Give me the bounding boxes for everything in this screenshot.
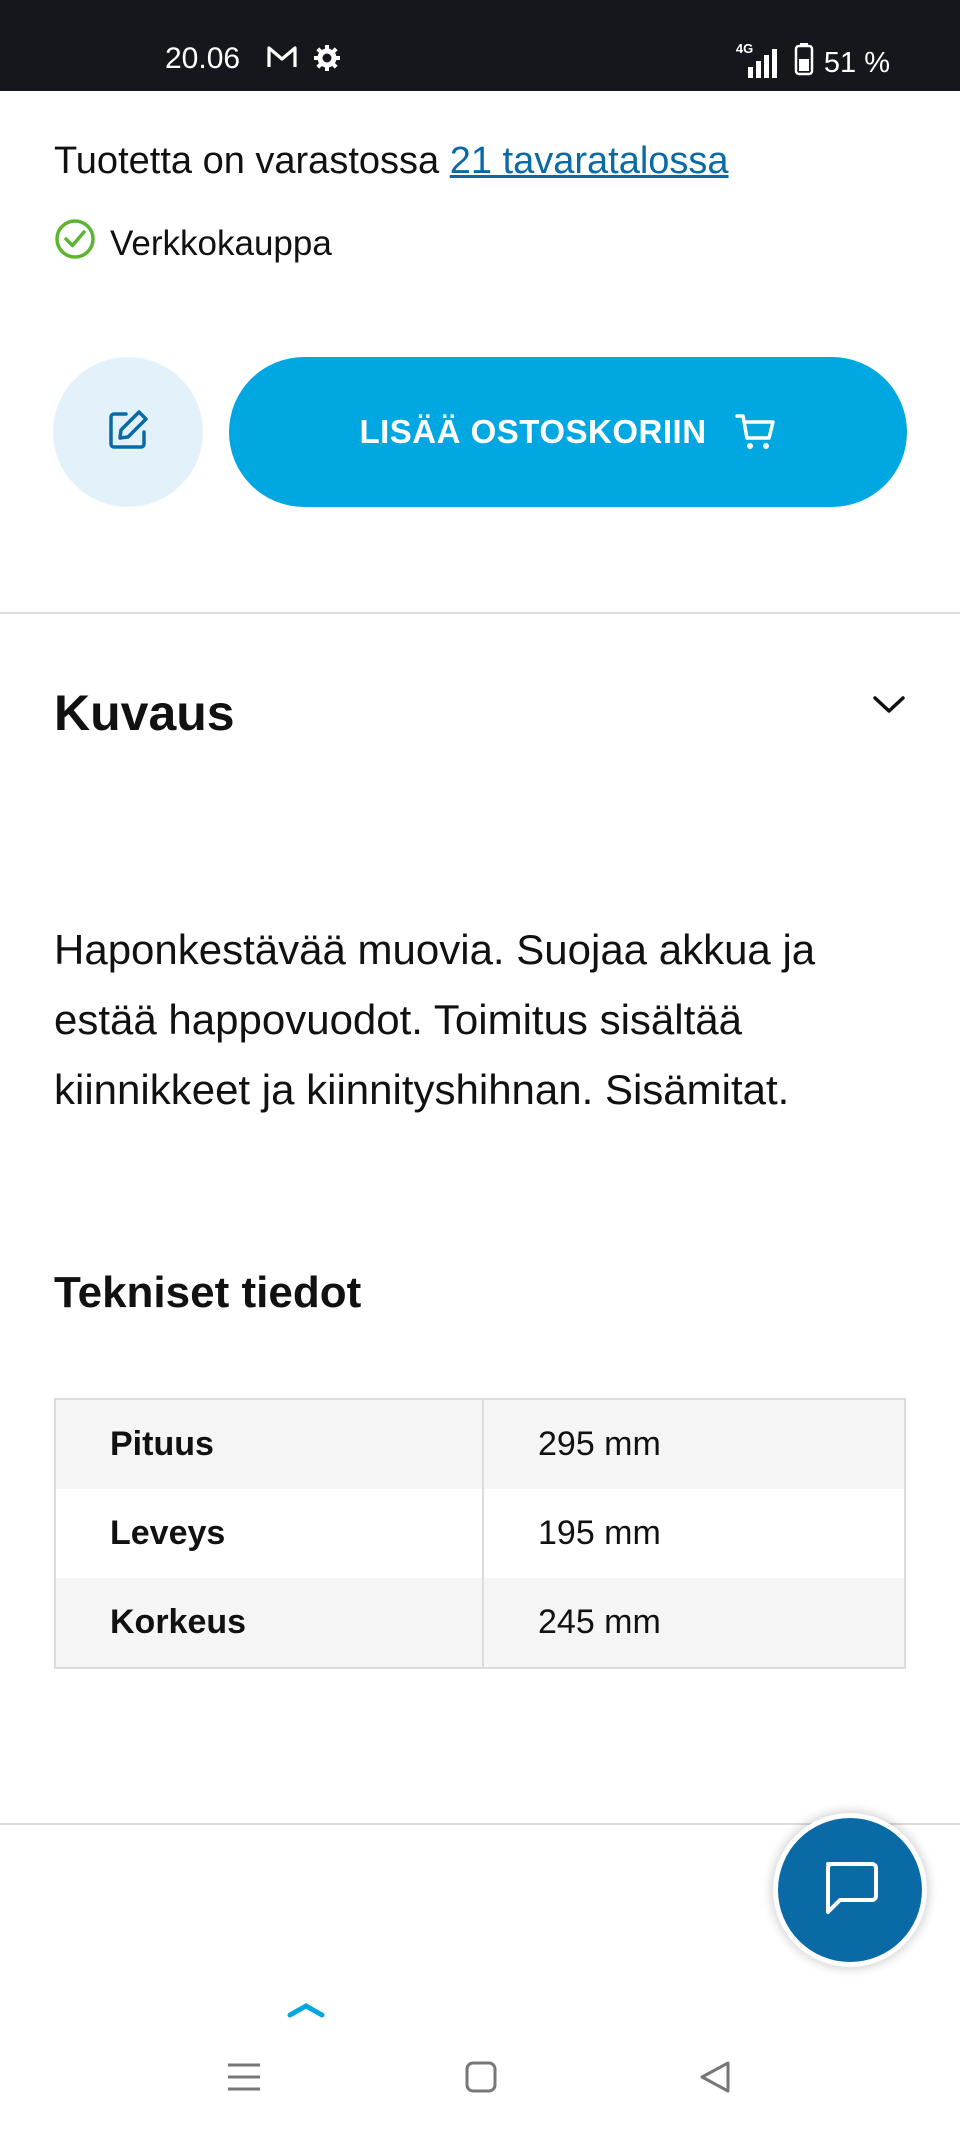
spec-label: Pituus	[55, 1399, 484, 1489]
spec-value: 295 mm	[538, 1425, 661, 1463]
edit-note-icon	[106, 408, 150, 457]
status-right: 4G 51 %	[734, 41, 890, 84]
spec-label: Leveys	[55, 1489, 484, 1578]
home-icon[interactable]	[464, 2060, 498, 2099]
table-row: Pituus 295 mm	[55, 1399, 905, 1489]
spec-value: 245 mm	[538, 1603, 661, 1641]
status-time: 20.06	[165, 42, 241, 75]
recent-apps-icon[interactable]	[224, 2060, 264, 2099]
add-to-cart-label: LISÄÄ OSTOSKORIIN	[359, 413, 707, 450]
stock-text: Tuotetta on varastossa	[54, 140, 440, 182]
battery-level: 51 %	[823, 46, 890, 79]
divider	[0, 1823, 960, 1825]
stock-availability: Tuotetta on varastossa 21 tavaratalossa	[54, 140, 729, 183]
webshop-availability: Verkkokauppa	[54, 218, 332, 269]
mail-icon	[266, 44, 298, 75]
status-bar: 20.06 4G 51 %	[0, 0, 960, 91]
chat-icon	[818, 1858, 882, 1923]
settings-icon	[313, 44, 341, 77]
webshop-label: Verkkokauppa	[110, 223, 332, 263]
table-row: Korkeus 245 mm	[55, 1578, 905, 1668]
stores-link[interactable]: 21 tavaratalossa	[450, 140, 729, 182]
section-title: Kuvaus	[54, 685, 235, 741]
spec-label: Korkeus	[55, 1578, 484, 1668]
check-circle-icon	[54, 218, 96, 269]
table-row: Leveys 195 mm	[55, 1489, 905, 1578]
chevron-down-icon	[872, 694, 906, 721]
signal-icon: 4G	[734, 41, 784, 79]
cart-icon	[734, 413, 777, 451]
spec-value: 195 mm	[538, 1514, 661, 1552]
specs-heading: Tekniset tiedot	[54, 1268, 362, 1317]
note-button[interactable]	[53, 357, 203, 507]
specs-table: Pituus 295 mm Leveys 195 mm Korkeus 245 …	[54, 1398, 906, 1669]
chat-button[interactable]	[778, 1818, 922, 1962]
add-to-cart-button[interactable]: LISÄÄ OSTOSKORIIN	[229, 357, 907, 507]
back-icon[interactable]	[698, 2060, 732, 2099]
battery-icon	[794, 42, 814, 84]
description-accordion[interactable]: Kuvaus	[54, 684, 906, 744]
system-nav-bar	[0, 2020, 960, 2133]
description-text: Haponkestävää muovia. Suojaa akkua ja es…	[54, 926, 816, 1113]
divider	[0, 612, 960, 614]
